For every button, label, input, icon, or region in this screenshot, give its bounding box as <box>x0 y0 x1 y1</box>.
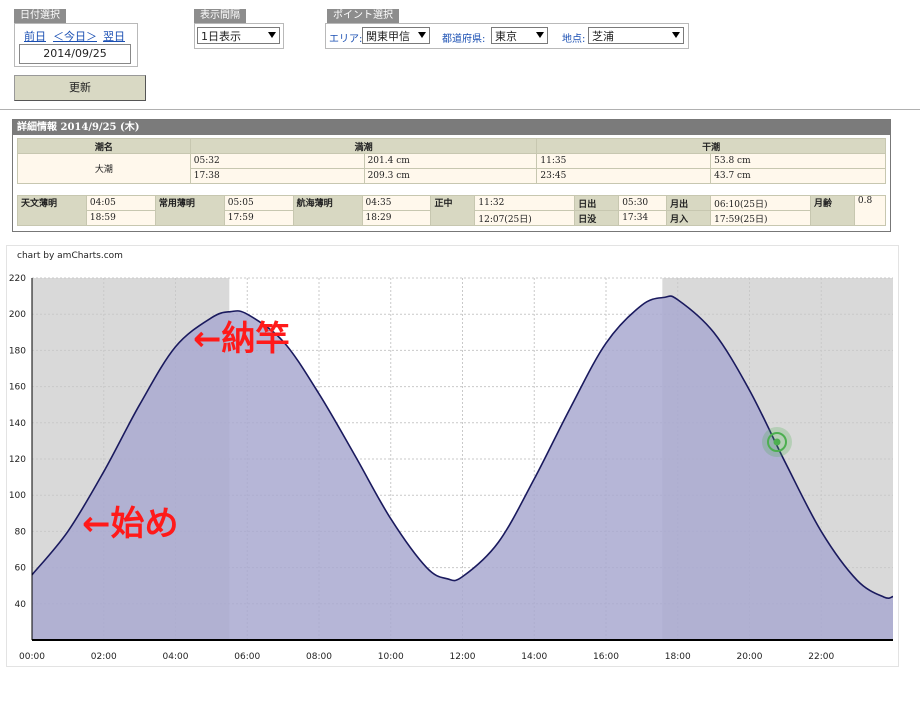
today-link[interactable]: ＜今日＞ <box>53 28 97 44</box>
table-row: 大潮 05:32 201.4 cm 11:35 53.8 cm <box>17 153 886 184</box>
transit-value-2: 12:07(25日) <box>474 210 576 226</box>
tide-name-value: 大潮 <box>17 153 191 184</box>
sunrise-label: 日出 <box>574 195 620 211</box>
detail-header: 詳細情報 2014/9/25 (木) <box>13 120 890 135</box>
prefecture-label: 都道府県: <box>442 34 486 45</box>
chevron-down-icon <box>672 32 680 38</box>
tide-chart-container <box>6 245 899 667</box>
detail-panel: 詳細情報 2014/9/25 (木) 潮名 満潮 干潮 大潮 05:32 201… <box>12 119 891 232</box>
interval-dropdown[interactable]: 1日表示 <box>197 27 280 44</box>
update-button[interactable]: 更新 <box>14 75 146 101</box>
sun-moon-table: 天文薄明 04:05 常用薄明 05:05 航海薄明 04:35 正中 11:3… <box>17 195 887 226</box>
chart-credit-link[interactable]: chart by amCharts.com <box>17 251 123 261</box>
moon-age-label: 月齢 <box>809 195 855 226</box>
sunrise-value: 05:30 <box>618 195 668 211</box>
nautical-twilight-end: 18:29 <box>361 210 432 226</box>
high-level-2: 209.3 cm <box>363 168 538 184</box>
moonrise-value: 06:10(25日) <box>710 195 811 211</box>
place-dropdown-value: 芝浦 <box>592 30 614 43</box>
nautical-twilight-start: 04:35 <box>361 195 432 211</box>
civil-twilight-end: 17:59 <box>223 210 294 226</box>
section-divider <box>0 109 920 110</box>
point-select-label: ポイント選択 <box>327 9 399 23</box>
area-dropdown-value: 関東甲信 <box>366 30 410 43</box>
astro-twilight-end: 18:59 <box>85 210 156 226</box>
civil-twilight-start: 05:05 <box>223 195 294 211</box>
high-time-1: 05:32 <box>189 153 365 169</box>
prev-day-link[interactable]: 前日 <box>24 28 46 44</box>
astro-twilight-start: 04:05 <box>85 195 156 211</box>
col-high: 満潮 <box>189 138 538 154</box>
sunset-label: 日没 <box>574 210 620 226</box>
table-row: 天文薄明 04:05 常用薄明 05:05 航海薄明 04:35 正中 11:3… <box>17 195 887 226</box>
moonset-value: 17:59(25日) <box>710 210 811 226</box>
date-select-label: 日付選択 <box>14 9 66 23</box>
high-time-2: 17:38 <box>189 168 365 184</box>
chevron-down-icon <box>536 32 544 38</box>
low-time-1: 11:35 <box>536 153 712 169</box>
chevron-down-icon <box>268 32 276 38</box>
interval-dropdown-value: 1日表示 <box>201 30 241 43</box>
moonset-label: 月入 <box>666 210 712 226</box>
moon-age-value: 0.8 <box>853 195 887 226</box>
col-tide-name: 潮名 <box>17 138 191 154</box>
transit-value-1: 11:32 <box>474 195 576 211</box>
area-dropdown[interactable]: 関東甲信 <box>362 27 430 44</box>
low-time-2: 23:45 <box>536 168 712 184</box>
sunset-value: 17:34 <box>618 210 668 226</box>
area-label: エリア: <box>329 34 363 45</box>
prefecture-dropdown-value: 東京 <box>495 30 517 43</box>
place-dropdown[interactable]: 芝浦 <box>588 27 684 44</box>
date-field[interactable]: 2014/09/25 <box>19 44 131 64</box>
low-level-1: 53.8 cm <box>710 153 886 169</box>
civil-twilight-label: 常用薄明 <box>154 195 225 226</box>
transit-label: 正中 <box>430 195 476 226</box>
place-label: 地点: <box>562 34 586 45</box>
tide-table: 潮名 満潮 干潮 大潮 05:32 201.4 cm 11:35 53.8 cm… <box>17 138 886 184</box>
tide-table-header: 潮名 満潮 干潮 <box>17 138 886 154</box>
low-level-2: 43.7 cm <box>710 168 886 184</box>
high-level-1: 201.4 cm <box>363 153 538 169</box>
interval-select-label: 表示間隔 <box>194 9 246 23</box>
col-low: 干潮 <box>536 138 886 154</box>
chevron-down-icon <box>418 32 426 38</box>
nautical-twilight-label: 航海薄明 <box>292 195 363 226</box>
astro-twilight-label: 天文薄明 <box>17 195 87 226</box>
next-day-link[interactable]: 翌日 <box>103 28 125 44</box>
prefecture-dropdown[interactable]: 東京 <box>491 27 548 44</box>
moonrise-label: 月出 <box>666 195 712 211</box>
